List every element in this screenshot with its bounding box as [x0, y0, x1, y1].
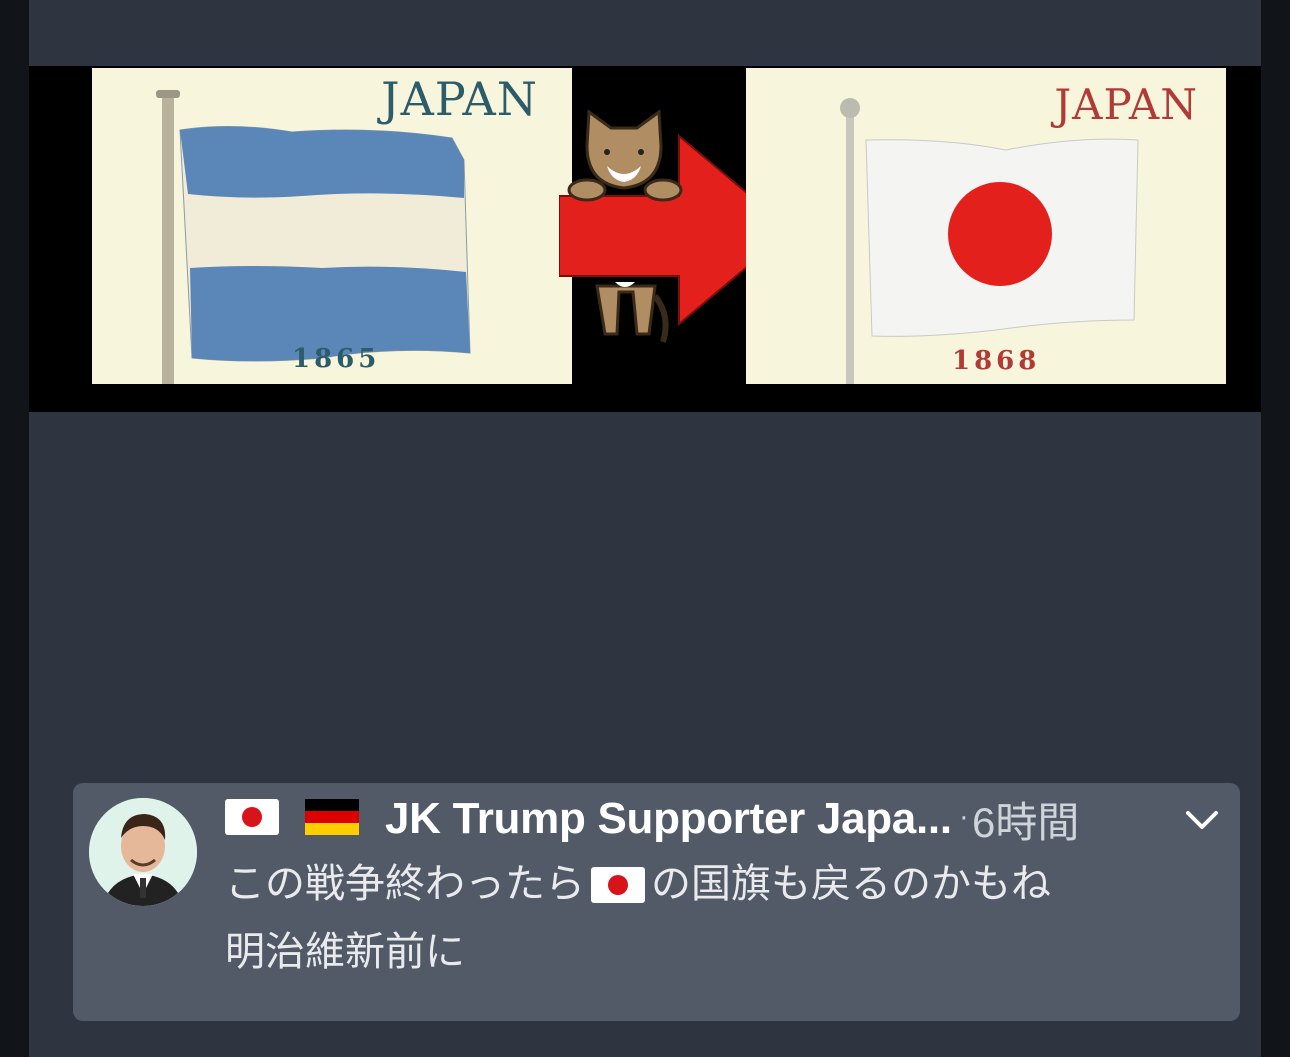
- post-image[interactable]: JAPAN 1865 JAPAN 1868: [29, 66, 1261, 412]
- message-body: この戦争終わったら の国旗も戻るのかもね 明治維新前に: [225, 853, 1225, 983]
- message-line-2: 明治維新前に: [225, 929, 465, 975]
- cat-mascot-icon: [567, 109, 683, 343]
- jp-flag-icon: [591, 859, 645, 921]
- chevron-down-icon[interactable]: [1182, 803, 1222, 837]
- notification-card[interactable]: JK Trump Supporter Japa... · 6時間 この戦争終わっ…: [73, 783, 1240, 1021]
- separator-dot: ·: [959, 804, 969, 834]
- card-title-japan: JAPAN: [381, 72, 538, 126]
- card-title-japan: JAPAN: [1054, 80, 1198, 129]
- user-avatar-icon[interactable]: [89, 798, 197, 906]
- message-text: の国旗も戻るのかもね: [651, 861, 1051, 907]
- flag-card-1868: JAPAN 1868: [746, 68, 1226, 384]
- de-flag-icon: [305, 799, 359, 839]
- message-line-1: この戦争終わったら の国旗も戻るのかもね: [225, 853, 1225, 921]
- sender-name: JK Trump Supporter Japa...: [385, 794, 952, 843]
- card-year: 1868: [952, 346, 1041, 376]
- flag-card-1865: JAPAN 1865: [92, 68, 572, 384]
- notification-viewport: JAPAN 1865 JAPAN 1868 JK Trump Supporter…: [29, 0, 1261, 1057]
- avatar-illustration: [89, 798, 197, 906]
- notification-header: JK Trump Supporter Japa... · 6時間: [225, 793, 1220, 846]
- timestamp: 6時間: [972, 798, 1080, 846]
- card-year: 1865: [292, 344, 381, 374]
- jp-flag-icon: [225, 799, 279, 839]
- message-text: この戦争終わったら: [225, 861, 585, 907]
